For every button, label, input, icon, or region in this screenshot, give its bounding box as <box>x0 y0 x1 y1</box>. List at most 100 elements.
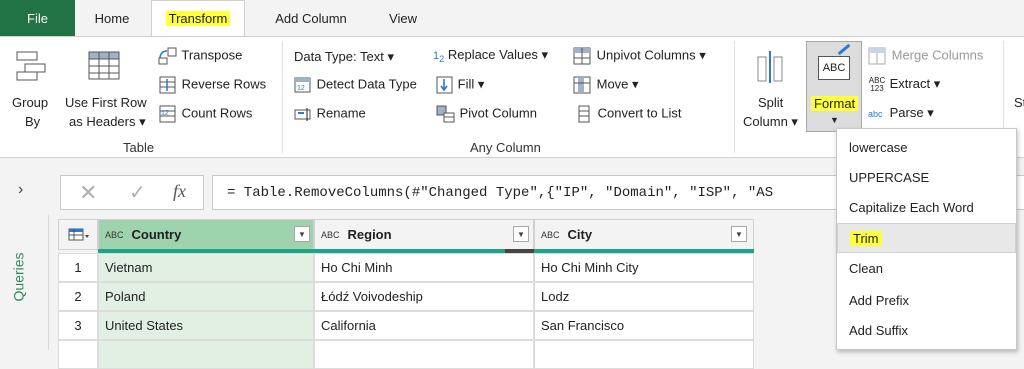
ribbon-separator <box>282 41 283 153</box>
tab-transform-label: Transform <box>165 11 231 26</box>
menu-item-capitalize-each-word[interactable]: Capitalize Each Word <box>837 192 1016 222</box>
table-cell[interactable]: California <box>314 311 534 340</box>
expand-queries-chevron-icon[interactable]: › <box>18 181 23 199</box>
convert-to-list-icon <box>578 105 590 123</box>
column-header-label: Country <box>131 227 182 242</box>
rename-icon <box>294 108 311 121</box>
table-cell[interactable]: San Francisco <box>534 311 754 340</box>
row-number: 2 <box>58 282 98 311</box>
tab-transform[interactable]: Transform <box>151 0 245 36</box>
table-cell[interactable]: United States <box>98 311 314 340</box>
queries-pane-collapsed: › Queries <box>0 159 49 350</box>
group-by-label-2: By <box>25 114 41 129</box>
data-type-dropdown[interactable]: Data Type: Text ▾ <box>294 49 394 65</box>
transpose-label: Transpose <box>181 47 243 63</box>
reverse-rows-icon <box>159 76 176 94</box>
row-number-partial <box>58 340 98 369</box>
fill-label: Fill <box>457 76 475 92</box>
text-type-icon: ABC <box>105 229 124 240</box>
replace-values-icon: 12 <box>433 50 445 65</box>
fx-icon[interactable]: fx <box>173 181 186 202</box>
table-cell[interactable]: Łódź Voivodeship <box>314 282 534 311</box>
merge-columns-icon <box>868 47 886 65</box>
reverse-rows-button[interactable]: Reverse Rows <box>158 76 266 98</box>
group-by-label-1: Group <box>12 95 49 110</box>
replace-values-button[interactable]: 12 Replace Values ▾ <box>433 47 548 64</box>
column-header-region[interactable]: ABC Region ▼ <box>314 219 534 250</box>
text-type-icon: ABC <box>541 229 560 240</box>
count-rows-button[interactable]: 12 Count Rows <box>158 105 252 127</box>
move-label: Move <box>596 76 629 92</box>
use-first-row-label-1: Use First Row <box>65 95 147 110</box>
transpose-button[interactable]: Transpose <box>158 47 242 69</box>
merge-columns-button[interactable]: Merge Columns <box>868 47 983 65</box>
menu-item-add-prefix[interactable]: Add Prefix <box>837 285 1016 315</box>
table-cell[interactable]: Ho Chi Minh <box>314 253 534 282</box>
menu-item-uppercase[interactable]: UPPERCASE <box>837 162 1016 192</box>
column-filter-dropdown-icon[interactable]: ▼ <box>513 226 529 242</box>
rename-button[interactable]: Rename <box>293 105 366 123</box>
table-cell-partial[interactable] <box>534 340 754 369</box>
split-column-button[interactable]: Split Column ▾ <box>740 47 804 135</box>
move-icon <box>573 76 591 94</box>
format-button[interactable]: ABC Format ▼ <box>806 41 862 132</box>
menu-item-clean[interactable]: Clean <box>837 253 1016 283</box>
detect-data-type-button[interactable]: 12 Detect Data Type <box>293 76 417 94</box>
parse-button[interactable]: abc Parse ▾ <box>868 105 934 121</box>
split-column-label-2: Column ▾ <box>743 114 798 129</box>
move-button[interactable]: Move ▾ <box>573 76 639 94</box>
format-label: Format <box>811 96 859 111</box>
detect-data-type-label: Detect Data Type <box>316 76 417 92</box>
table-cell-partial[interactable] <box>314 340 534 369</box>
column-filter-dropdown-icon[interactable]: ▼ <box>294 226 310 242</box>
replace-values-label: Replace Values <box>447 47 538 62</box>
table-cell-partial[interactable] <box>98 340 314 369</box>
formula-controls: ✕ ✓ fx <box>60 175 204 210</box>
use-first-row-label-2: as Headers ▾ <box>69 114 146 129</box>
cancel-formula-icon[interactable]: ✕ <box>79 180 97 206</box>
column-filter-dropdown-icon[interactable]: ▼ <box>731 226 747 242</box>
tab-file[interactable]: File <box>0 0 75 36</box>
column-header-city[interactable]: ABC City ▼ <box>534 219 754 250</box>
pivot-column-icon <box>436 105 455 123</box>
column-header-country[interactable]: ABC Country ▼ <box>98 219 314 250</box>
group-by-button[interactable]: Group By <box>4 47 56 131</box>
table-cell[interactable]: Ho Chi Minh City <box>534 253 754 282</box>
split-column-label-1: Split <box>758 95 784 110</box>
unpivot-columns-icon <box>573 47 591 65</box>
menu-item-trim[interactable]: Trim <box>837 223 1016 253</box>
unpivot-columns-label: Unpivot Columns <box>596 47 696 63</box>
table-cell[interactable]: Poland <box>98 282 314 311</box>
count-rows-label: Count Rows <box>181 105 253 121</box>
format-abc-icon: ABC <box>818 56 850 80</box>
group-by-icon <box>16 51 46 81</box>
transpose-icon <box>158 47 177 65</box>
rename-label: Rename <box>316 105 366 121</box>
extract-icon: ABC 123 <box>868 75 886 93</box>
tab-view[interactable]: View <box>378 0 428 36</box>
convert-to-list-button[interactable]: Convert to List <box>576 105 681 123</box>
menu-item-lowercase[interactable]: lowercase <box>837 132 1016 162</box>
parse-label: Parse <box>889 105 924 120</box>
format-dropdown-arrow: ▼ <box>830 115 839 125</box>
menu-item-add-suffix[interactable]: Add Suffix <box>837 315 1016 345</box>
table-cell[interactable]: Vietnam <box>98 253 314 282</box>
unpivot-columns-button[interactable]: Unpivot Columns ▾ <box>573 47 706 65</box>
row-number: 3 <box>58 311 98 340</box>
fill-button[interactable]: Fill ▾ <box>436 76 484 94</box>
split-column-icon <box>757 51 783 83</box>
table-group-label: Table <box>123 140 155 155</box>
column-header-label: City <box>567 227 593 242</box>
tab-add-column[interactable]: Add Column <box>262 0 360 36</box>
ribbon-cutoff-label: St <box>1014 95 1024 110</box>
use-first-row-button[interactable]: Use First Row as Headers ▾ <box>62 47 154 131</box>
table-menu-button[interactable] <box>58 219 98 250</box>
table-cell[interactable]: Lodz <box>534 282 754 311</box>
column-header-label: Region <box>347 227 392 242</box>
svg-text:12: 12 <box>161 110 169 117</box>
pivot-column-button[interactable]: Pivot Column <box>436 105 537 123</box>
extract-button[interactable]: ABC 123 Extract ▾ <box>868 76 940 93</box>
tab-home[interactable]: Home <box>88 0 136 36</box>
queries-label[interactable]: Queries <box>11 252 27 301</box>
confirm-formula-icon[interactable]: ✓ <box>129 180 146 205</box>
